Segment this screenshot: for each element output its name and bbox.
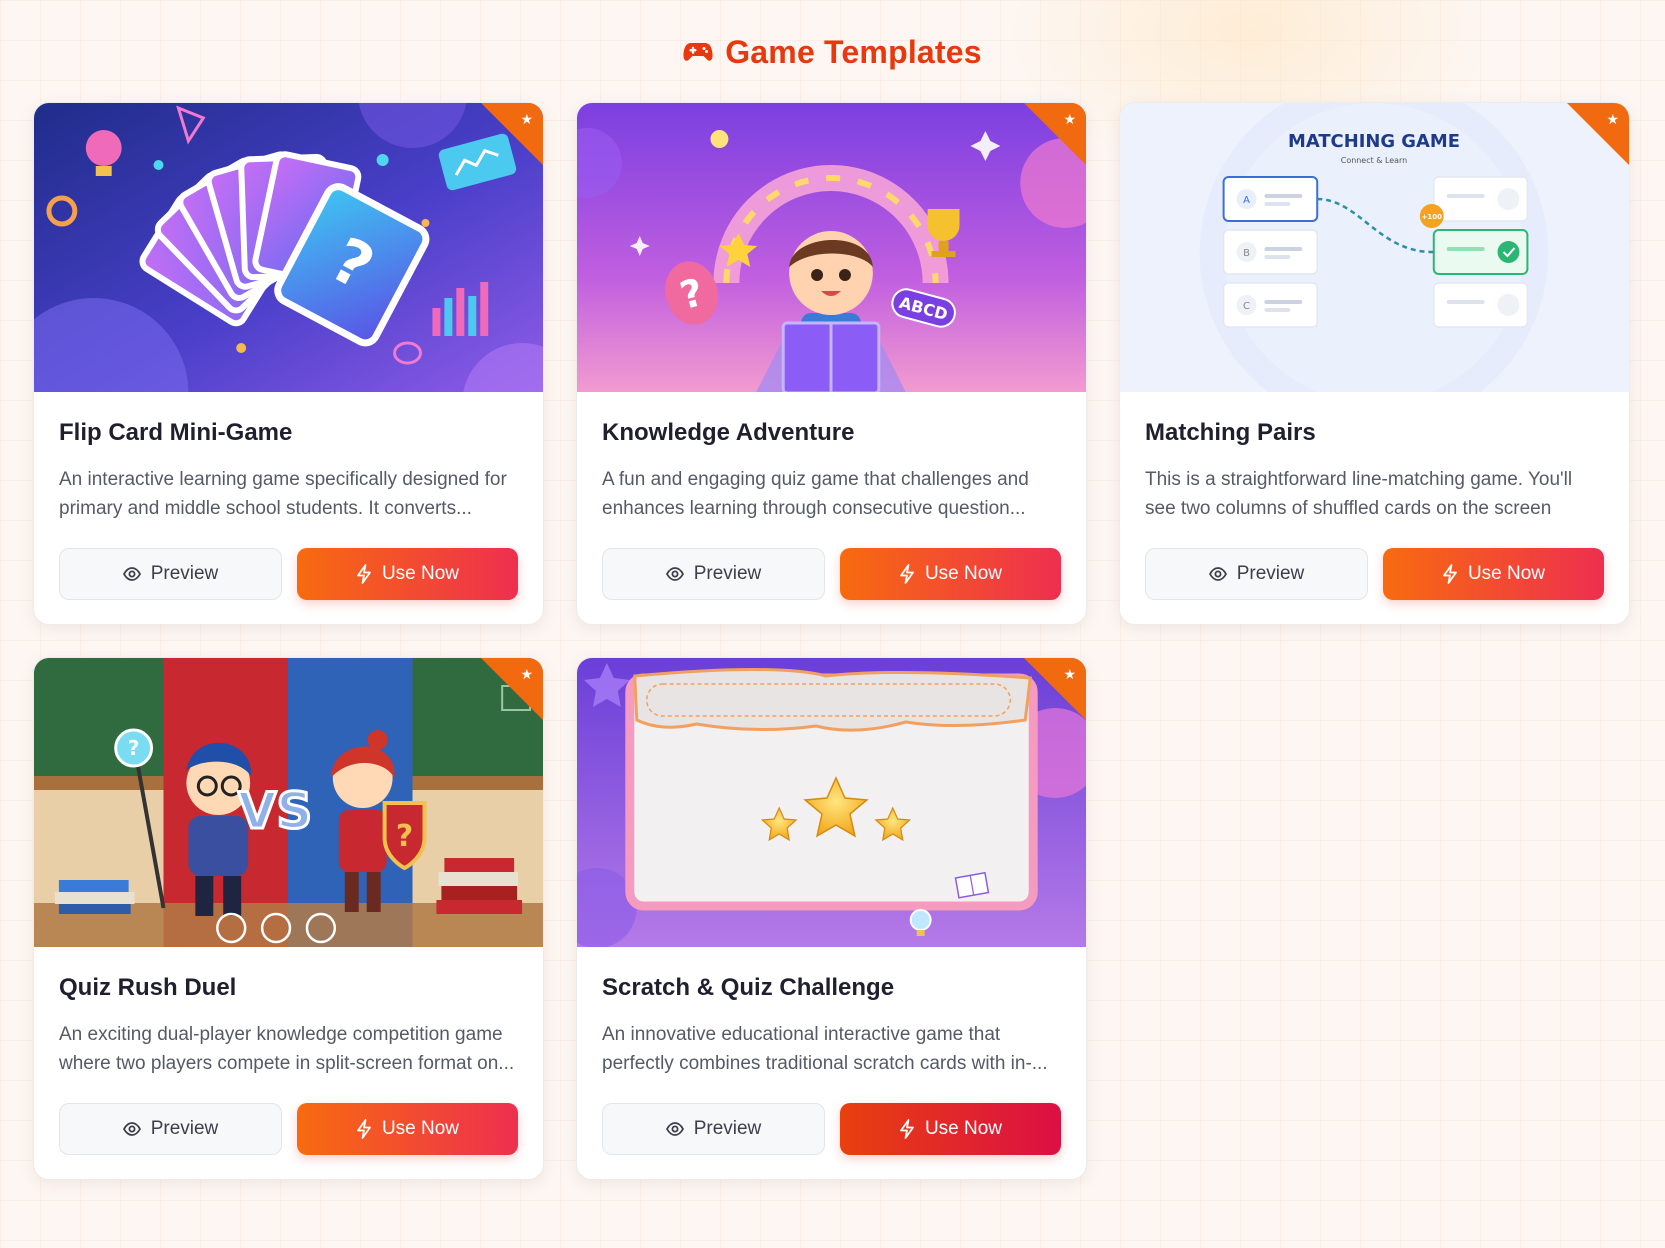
vs-label: VS: [238, 782, 312, 840]
svg-text:?: ?: [396, 819, 413, 854]
use-now-label: Use Now: [381, 1118, 460, 1139]
use-now-button[interactable]: Use Now: [297, 1103, 518, 1155]
use-now-button[interactable]: Use Now: [1383, 548, 1604, 600]
featured-badge: [1567, 103, 1629, 165]
preview-label: Preview: [693, 563, 762, 584]
svg-text:?: ?: [128, 736, 140, 760]
use-now-button[interactable]: Use Now: [840, 548, 1061, 600]
lightning-icon: [356, 1119, 372, 1139]
preview-label: Preview: [1236, 563, 1305, 584]
card-title: Knowledge Adventure: [602, 419, 855, 446]
lightning-icon: [899, 1119, 915, 1139]
matching-game-subheading: Connect & Learn: [1341, 156, 1407, 165]
matching-pairs-thumbnail: MATCHING GAME Connect & Learn A B C +100…: [1120, 103, 1629, 392]
star-icon: ★: [520, 111, 533, 127]
use-now-button[interactable]: Use Now: [297, 548, 518, 600]
page-header: Game Templates: [0, 30, 1665, 74]
lightning-icon: [356, 564, 372, 584]
eye-icon: [122, 1122, 141, 1136]
preview-label: Preview: [150, 563, 219, 584]
preview-button[interactable]: Preview: [59, 548, 282, 600]
card-description: An exciting dual-player knowledge compet…: [59, 1024, 515, 1074]
card-description: An innovative educational interactive ga…: [602, 1024, 1048, 1074]
star-icon: ★: [1606, 111, 1619, 127]
scratch-quiz-thumbnail: ★: [577, 658, 1086, 947]
matching-game-heading: MATCHING GAME: [1288, 131, 1460, 152]
eye-icon: [665, 1122, 684, 1136]
template-card-quiz-rush-duel[interactable]: ? VS ? ★ Quiz Rush Duel An exciting dual…: [33, 657, 544, 1180]
preview-button[interactable]: Preview: [602, 548, 825, 600]
item-a-label: A: [1243, 195, 1250, 206]
page-title: Game Templates: [725, 33, 982, 70]
use-now-button[interactable]: Use Now: [840, 1103, 1061, 1155]
star-icon: ★: [1063, 111, 1076, 127]
template-grid: ? ★ Flip Card Mini-Game An interactive l…: [33, 102, 1630, 1180]
lightning-icon: [1442, 564, 1458, 584]
card-description: This is a straightforward line-matching …: [1145, 469, 1573, 519]
featured-badge: [481, 658, 543, 720]
eye-icon: [1208, 567, 1227, 581]
preview-button[interactable]: Preview: [602, 1103, 825, 1155]
eye-icon: [122, 567, 141, 581]
card-title: Matching Pairs: [1145, 419, 1316, 446]
star-icon: ★: [520, 666, 533, 682]
flip-card-thumbnail: ? ★: [34, 103, 543, 392]
eye-icon: [665, 567, 684, 581]
featured-badge: [481, 103, 543, 165]
template-card-flip-card[interactable]: ? ★ Flip Card Mini-Game An interactive l…: [33, 102, 544, 625]
preview-button[interactable]: Preview: [1145, 548, 1368, 600]
item-b-label: B: [1243, 248, 1250, 259]
preview-button[interactable]: Preview: [59, 1103, 282, 1155]
template-card-matching-pairs[interactable]: MATCHING GAME Connect & Learn A B C +100…: [1119, 102, 1630, 625]
featured-badge: [1024, 658, 1086, 720]
card-title: Flip Card Mini-Game: [59, 419, 293, 446]
use-now-label: Use Now: [1467, 563, 1546, 584]
item-c-label: C: [1243, 301, 1250, 312]
score-badge: +100: [1422, 213, 1442, 221]
template-card-scratch-quiz[interactable]: ★ Scratch & Quiz Challenge An innovative…: [576, 657, 1087, 1180]
preview-label: Preview: [693, 1118, 762, 1139]
gamepad-icon: [683, 40, 713, 64]
preview-label: Preview: [150, 1118, 219, 1139]
card-description: A fun and engaging quiz game that challe…: [602, 469, 1029, 519]
use-now-label: Use Now: [924, 563, 1003, 584]
featured-badge: [1024, 103, 1086, 165]
use-now-label: Use Now: [381, 563, 460, 584]
lightning-icon: [899, 564, 915, 584]
knowledge-adventure-thumbnail: ? ABCD ★: [577, 103, 1086, 392]
card-description: An interactive learning game specificall…: [59, 469, 507, 519]
star-icon: ★: [1063, 666, 1076, 682]
card-title: Quiz Rush Duel: [59, 974, 237, 1001]
template-card-knowledge-adventure[interactable]: ? ABCD ★ Knowledge Adventure A fun and e…: [576, 102, 1087, 625]
quiz-rush-duel-thumbnail: ? VS ? ★: [34, 658, 543, 947]
use-now-label: Use Now: [924, 1118, 1003, 1139]
card-title: Scratch & Quiz Challenge: [602, 974, 895, 1001]
